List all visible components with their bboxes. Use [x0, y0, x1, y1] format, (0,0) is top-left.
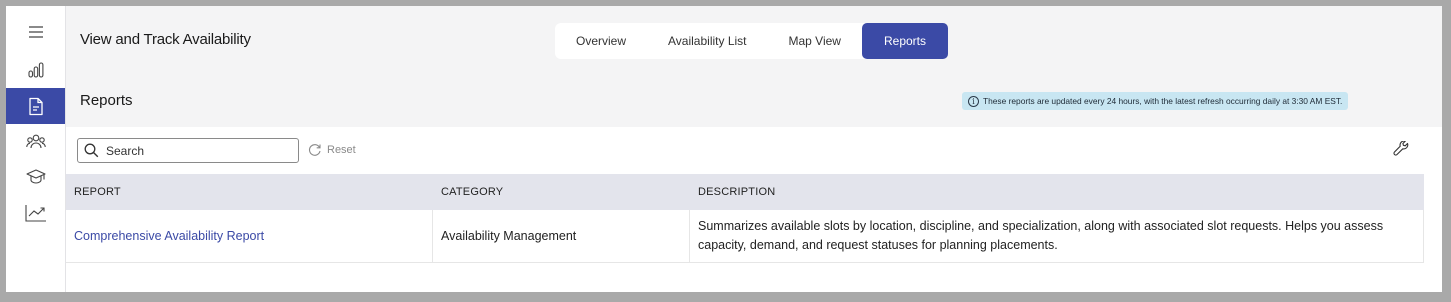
- search-icon: [84, 143, 99, 158]
- sidebar-item-reports[interactable]: [6, 88, 65, 124]
- column-header-category[interactable]: CATEGORY: [433, 174, 690, 210]
- graduation-cap-icon: [25, 169, 46, 184]
- users-icon: [25, 134, 46, 149]
- sidebar-item-people[interactable]: [6, 127, 65, 157]
- menu-button[interactable]: [6, 17, 65, 47]
- bar-chart-icon: [27, 62, 43, 78]
- info-banner: i These reports are updated every 24 hou…: [962, 92, 1349, 110]
- tab-map-view[interactable]: Map View: [768, 23, 862, 59]
- tab-bar: Overview Availability List Map View Repo…: [555, 23, 949, 59]
- reset-icon: [309, 144, 321, 156]
- search-input[interactable]: [104, 142, 288, 159]
- document-icon: [28, 97, 43, 115]
- report-category: Availability Management: [433, 210, 690, 262]
- reports-panel: Reset REPORT CATEGORY DESCRIPTION Compre…: [66, 127, 1442, 292]
- main-content: View and Track Availability Overview Ava…: [66, 6, 1442, 292]
- sidebar-item-dashboard[interactable]: [6, 55, 65, 85]
- wrench-icon: [1393, 140, 1409, 156]
- section-title: Reports: [80, 92, 133, 109]
- search-field[interactable]: [77, 138, 299, 163]
- column-header-description[interactable]: DESCRIPTION: [690, 174, 1424, 210]
- sidebar: [6, 6, 66, 292]
- table-header: REPORT CATEGORY DESCRIPTION: [66, 174, 1424, 210]
- trend-chart-icon: [24, 205, 46, 222]
- tab-availability-list[interactable]: Availability List: [647, 23, 767, 59]
- settings-button[interactable]: [1393, 140, 1410, 163]
- reset-button[interactable]: Reset: [308, 143, 356, 157]
- tab-reports[interactable]: Reports: [861, 23, 949, 59]
- page-title: View and Track Availability: [80, 31, 251, 48]
- menu-icon: [28, 26, 43, 38]
- info-icon: i: [968, 95, 979, 107]
- column-header-report[interactable]: REPORT: [66, 174, 433, 210]
- report-description: Summarizes available slots by location, …: [690, 210, 1424, 262]
- report-link[interactable]: Comprehensive Availability Report: [66, 210, 433, 262]
- info-text: These reports are updated every 24 hours…: [983, 96, 1343, 106]
- app-window: View and Track Availability Overview Ava…: [6, 6, 1442, 292]
- table-row: Comprehensive Availability Report Availa…: [66, 210, 1424, 263]
- sidebar-item-education[interactable]: [6, 161, 65, 191]
- reset-label: Reset: [327, 144, 356, 156]
- tab-overview[interactable]: Overview: [555, 23, 647, 59]
- sidebar-item-analytics[interactable]: [6, 198, 65, 228]
